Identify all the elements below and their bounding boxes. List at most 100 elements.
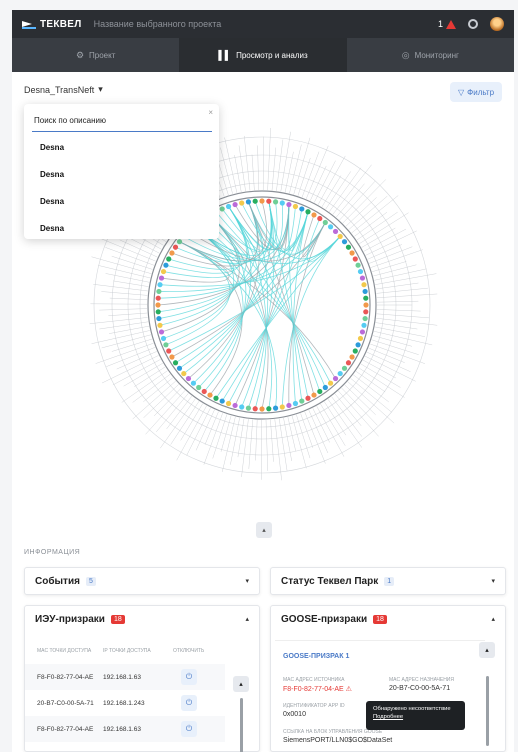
gear-icon[interactable] — [468, 19, 478, 29]
list-item[interactable]: Desna — [40, 197, 64, 206]
node-dot — [361, 282, 367, 288]
avatar[interactable] — [490, 17, 504, 31]
node-dot — [363, 295, 369, 301]
spoke — [244, 135, 251, 191]
option-label: Desna — [40, 170, 65, 179]
filter-icon: ▽ — [458, 87, 465, 97]
top-bar: ТЕКВЕЛ Название выбранного проекта 1 — [12, 10, 514, 38]
tab-project[interactable]: ⚙ Проект — [12, 38, 179, 72]
scrollbar[interactable] — [240, 698, 243, 752]
alerts-button[interactable]: 1 — [438, 19, 456, 29]
node-dot — [157, 282, 163, 288]
alert-count: 1 — [437, 19, 443, 29]
field-label: ИДЕНТИФИКАТОР APP ID — [283, 703, 345, 709]
option-label: Desna — [40, 224, 65, 233]
node-dot — [156, 288, 162, 295]
panel-title: ИЭУ-призраки — [35, 614, 105, 625]
list-item[interactable]: Desna — [40, 170, 64, 179]
close-icon[interactable]: × — [208, 108, 213, 117]
filter-button[interactable]: ▽ Фильтр — [450, 82, 503, 102]
panel-title: Статус Теквел Парк — [281, 576, 379, 587]
power-button[interactable]: ⏻ — [181, 695, 197, 711]
power-button[interactable]: ⏻ — [181, 721, 197, 737]
logo[interactable]: ТЕКВЕЛ — [22, 19, 82, 30]
node-dot — [299, 206, 305, 212]
node-dot — [286, 402, 292, 409]
scroll-up-button[interactable]: ▴ — [479, 642, 495, 658]
scroll-up-button[interactable]: ▴ — [233, 676, 249, 692]
details-link[interactable]: Подробнее — [373, 714, 458, 720]
node-dot — [166, 348, 172, 354]
scrollbar[interactable] — [486, 676, 489, 746]
node-dot — [232, 201, 238, 208]
option-label: Desna — [40, 197, 65, 206]
power-button[interactable]: ⏻ — [181, 669, 197, 685]
field-label: MAC АДРЕС НАЗНАЧЕНИЯ — [389, 677, 455, 683]
count-badge: 5 — [85, 577, 96, 586]
node-dot — [349, 250, 355, 256]
spoke — [376, 313, 430, 319]
node-dot — [163, 262, 169, 268]
node-dot — [207, 392, 213, 398]
ip-cell: 192.168.1.63 — [103, 673, 141, 681]
node-dot — [327, 224, 334, 230]
warning-triangle-icon[interactable]: ⚠ — [346, 686, 352, 693]
node-dot — [362, 288, 368, 295]
node-dot — [359, 275, 366, 281]
spoke — [153, 387, 182, 417]
chevron-up-icon[interactable]: ▴ — [245, 615, 249, 623]
field-label: MAC АДРЕС ИСТОЧНИКА — [283, 677, 345, 683]
node-dot — [341, 239, 348, 245]
node-dot — [239, 200, 245, 206]
node-dot — [345, 360, 352, 366]
node-dot — [357, 268, 364, 275]
gear-icon: ⚙ — [75, 49, 85, 60]
search-input[interactable]: Поиск по описанию — [32, 112, 212, 132]
spoke — [371, 339, 419, 355]
spoke — [121, 370, 168, 403]
column-header[interactable]: MAC ТОЧКИ ДОСТУПА — [37, 648, 91, 654]
node-dot — [219, 398, 225, 404]
node-dot — [172, 360, 179, 366]
count-badge: 18 — [110, 615, 125, 624]
tab-monitoring[interactable]: ◎ Мониторинг — [347, 38, 514, 72]
tab-view-analysis[interactable]: ▌▌ Просмотр и анализ — [179, 38, 347, 72]
chord-line — [209, 214, 269, 410]
list-item[interactable]: Desna — [40, 224, 64, 233]
spoke — [170, 401, 200, 445]
chevron-down-icon[interactable]: ▾ — [245, 577, 249, 585]
events-panel[interactable]: События 5 ▾ — [24, 567, 260, 595]
goose-ghost-card: GOOSE-ПРИЗРАК 1 MAC АДРЕС ИСТОЧНИКА F8-F… — [275, 640, 485, 752]
node-dot — [332, 375, 339, 382]
node-dot — [166, 256, 172, 262]
chevron-up-icon[interactable]: ▴ — [491, 615, 495, 623]
spoke — [363, 228, 407, 252]
spoke — [361, 227, 396, 248]
node-dot — [176, 365, 183, 371]
node-dot — [158, 275, 165, 281]
spoke — [166, 395, 192, 430]
spoke — [306, 145, 329, 199]
node-dot — [362, 315, 368, 322]
list-item[interactable]: Desna — [40, 143, 64, 152]
node-dot — [190, 380, 197, 386]
collapse-graph-button[interactable]: ▴ — [256, 522, 272, 538]
spoke — [364, 355, 416, 382]
node-dot — [225, 203, 232, 210]
spoke — [143, 377, 174, 402]
column-header[interactable]: IP ТОЧКИ ДОСТУПА — [103, 648, 151, 654]
table-header: MAC ТОЧКИ ДОСТУПА IP ТОЧКИ ДОСТУПА ОТКЛЮ… — [25, 638, 261, 664]
spoke — [99, 321, 149, 330]
node-dot — [155, 309, 161, 315]
park-status-panel[interactable]: Статус Теквел Парк 1 ▾ — [270, 567, 506, 595]
spoke — [342, 179, 387, 224]
node-dot — [176, 239, 183, 245]
node-dot — [245, 405, 252, 411]
spoke — [89, 317, 148, 324]
project-dropdown[interactable]: Desna_TransNeft ▾ — [24, 84, 103, 95]
node-dot — [337, 233, 343, 240]
spoke — [113, 280, 149, 287]
node-dot — [245, 199, 252, 205]
chevron-down-icon[interactable]: ▾ — [491, 577, 495, 585]
node-dot — [266, 406, 272, 412]
